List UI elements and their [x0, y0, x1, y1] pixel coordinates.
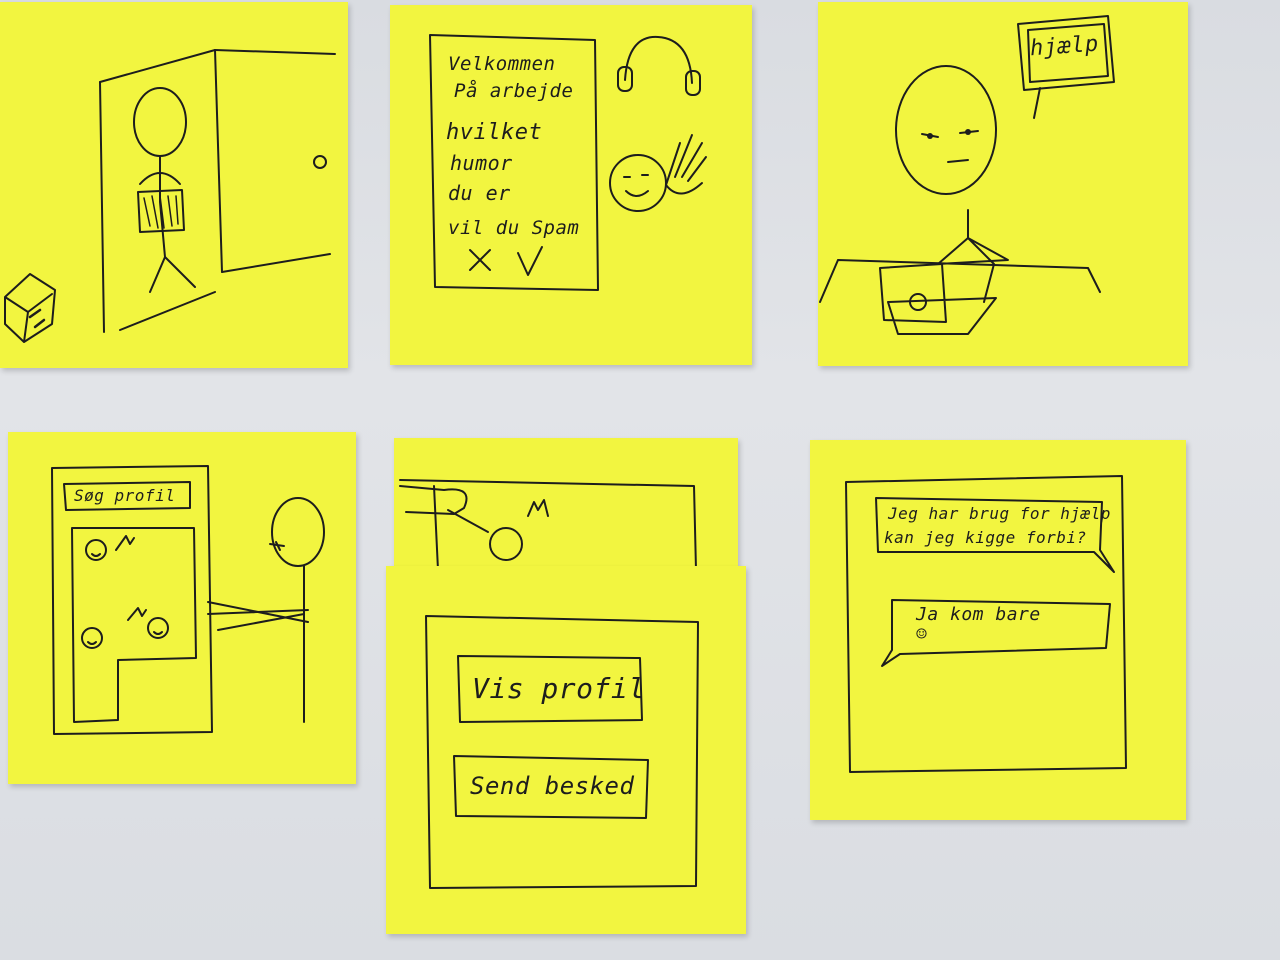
help-label: hjælp: [1029, 31, 1100, 62]
view-profile-button[interactable]: Vis profil: [472, 672, 646, 705]
welcome-line-6: vil du Spam: [448, 217, 580, 239]
send-message-button[interactable]: Send besked: [470, 772, 634, 800]
welcome-line-2: På arbejde: [454, 80, 574, 102]
reply-message-text: Ja kom bare: [916, 604, 1041, 625]
person-head: [271, 497, 325, 567]
avatar-circle: [489, 527, 523, 561]
sticky-note-profile-actions: Vis profil Send besked: [386, 566, 746, 934]
waving-hand-icon: [665, 134, 707, 195]
smiley-icon: [609, 154, 667, 212]
sticky-note-welcome: Velkommen På arbejde hvilket humor du er…: [390, 5, 752, 365]
accept-check-icon: [517, 246, 543, 276]
sticky-note-search-profile: Søg profil: [8, 432, 356, 784]
sticky-note-chat: Jeg har brug for hjælp kan jeg kigge for…: [810, 440, 1186, 820]
sticky-note-help-desk: hjælp: [818, 2, 1188, 366]
sticky-note-door-scene: [0, 2, 348, 368]
tap-avatar-sketch: [399, 479, 697, 571]
welcome-line-3: hvilket: [446, 120, 543, 145]
hand-icon: [527, 499, 549, 517]
profile-actions-sketch: [425, 615, 699, 889]
sent-message-line-1: Jeg har brug for hjælp: [888, 504, 1111, 523]
help-desk-sketch: [819, 15, 1115, 335]
welcome-line-1: Velkommen: [448, 53, 556, 75]
chat-sketch: [845, 475, 1127, 773]
phone-screen-outline: [51, 465, 213, 735]
reply-smiley-icon: ☺: [916, 624, 928, 645]
search-profile-label[interactable]: Søg profil: [74, 486, 175, 505]
headphones-icon: [624, 35, 693, 84]
floor-plan: [71, 527, 197, 723]
welcome-line-5: du er: [448, 181, 511, 205]
welcome-sketch: [429, 34, 707, 291]
reject-x-icon: [469, 249, 491, 271]
search-profile-sketch: [51, 465, 325, 735]
welcome-line-4: humor: [450, 151, 513, 175]
door-scene-sketch: [4, 49, 336, 343]
person-head: [895, 65, 997, 195]
hand-icon: [115, 535, 135, 551]
sticky-note-tap-avatar: [394, 438, 738, 571]
sent-message-line-2: kan jeg kigge forbi?: [884, 528, 1087, 547]
person-head: [133, 87, 187, 157]
